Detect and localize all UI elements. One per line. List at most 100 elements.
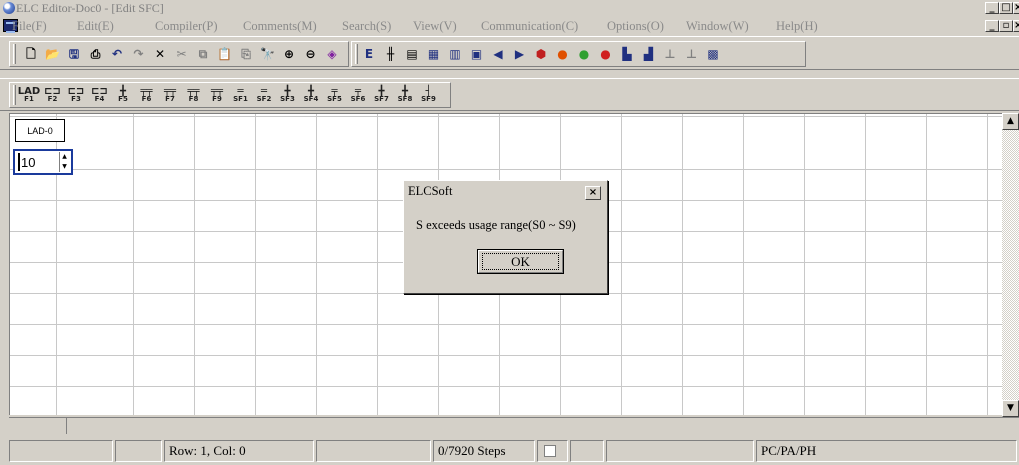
step-number-value[interactable]: 10 [21,155,35,170]
left-icon[interactable]: ◀ [489,45,507,63]
function-key-label: F3 [71,95,81,103]
dialog-close-icon[interactable]: × [585,186,601,200]
menu-item-help[interactable]: Help(H) [776,19,818,34]
code-icon[interactable]: ⊥ [661,45,679,63]
dialog-title: ELCSoft [408,184,453,198]
open-folder-icon[interactable]: 📂 [44,45,62,63]
cut-icon[interactable]: ✂ [173,45,191,63]
function-key-f5-button[interactable]: ╋ F5 [114,86,132,104]
undo-icon[interactable]: ↶ [108,45,126,63]
menu-item-view[interactable]: View(V) [413,19,457,34]
ok-button[interactable]: OK [477,249,564,274]
run-icon[interactable]: ● [554,45,572,63]
function-key-label: F2 [47,95,58,103]
function-key-label: F9 [212,95,222,103]
redo-icon[interactable]: ↷ [130,45,148,63]
menu-item-comments[interactable]: Comments(M) [243,19,317,34]
compile-icon[interactable]: ◈ [323,45,341,63]
sfc-icon[interactable]: ▦ [425,45,443,63]
function-key-label: F5 [118,95,128,103]
status-steps: 0/7920 Steps [433,440,535,462]
status-panel-empty [570,440,604,462]
maximize-button[interactable]: □ [999,2,1013,14]
instruction-icon[interactable]: ▤ [403,45,421,63]
spinner-arrows[interactable]: ▲ ▼ [59,152,69,172]
save-icon[interactable]: 🖫 [65,45,83,63]
function-key-f6-button[interactable]: ╤╤ F6 [138,86,156,104]
function-key-f7-button[interactable]: ╤╤ F7 [161,86,179,104]
transfer-icon[interactable]: ▩ [704,45,722,63]
toolbar-grip[interactable] [355,44,358,64]
print-icon[interactable]: ⎙ [87,45,105,63]
spin-down-icon[interactable]: ▼ [60,162,69,172]
function-key-sf3-button[interactable]: ╋ SF3 [279,86,297,104]
function-key-f1-button[interactable]: LAD F1 [18,86,40,104]
status-panel-empty [606,440,754,462]
step-number-spinner[interactable]: 10 ▲ ▼ [13,149,73,175]
stop-icon[interactable]: ● [575,45,593,63]
right-icon[interactable]: ▶ [511,45,529,63]
table-icon[interactable]: ▣ [468,45,486,63]
paste-special-icon[interactable]: ⎘ [237,45,255,63]
window-title: ELC Editor-Doc0 - [Edit SFC] [16,1,164,15]
menu-item-edit[interactable]: Edit(E) [77,19,114,34]
indicator-box [544,445,556,457]
function-key-label: F4 [94,95,105,103]
end-icon[interactable]: E [360,45,378,63]
doc-close-button[interactable]: × [1013,20,1019,32]
lad-block[interactable]: LAD-0 [15,119,65,142]
dialog-title-bar[interactable]: ELCSoft × [406,183,605,201]
find-icon[interactable]: 🔭 [259,45,277,63]
contact-icon[interactable]: ▟ [640,45,658,63]
paste-icon[interactable]: 📋 [216,45,234,63]
function-key-label: SF4 [303,95,319,103]
function-key-sf8-button[interactable]: ╋ SF8 [396,86,414,104]
function-key-f4-button[interactable]: ⊏⊐ F4 [91,86,109,104]
function-key-f2-button[interactable]: ⊏⊐ F2 [44,86,62,104]
scroll-down-icon[interactable]: ▼ [1002,400,1019,417]
function-key-f9-button[interactable]: ╤╤ F9 [208,86,226,104]
close-button[interactable]: × [1013,2,1019,14]
toolbar-grip[interactable] [13,44,16,64]
menu-item-compiler[interactable]: Compiler(P) [155,19,218,34]
copy-icon[interactable]: ⧉ [194,45,212,63]
status-cursor-position: Row: 1, Col: 0 [164,440,314,462]
function-key-sf5-button[interactable]: ╤ SF5 [326,86,344,104]
menu-item-window[interactable]: Window(W) [686,19,749,34]
menu-item-file[interactable]: File(F) [12,19,47,34]
ladder-icon[interactable]: ╫ [382,45,400,63]
device-icon[interactable]: ● [597,45,615,63]
function-key-f3-button[interactable]: ⊏⊐ F3 [67,86,85,104]
monitor-icon[interactable]: ▥ [446,45,464,63]
zoom-in-icon[interactable]: ⊕ [280,45,298,63]
scroll-up-icon[interactable]: ▲ [1002,113,1019,130]
delete-icon[interactable]: ✕ [151,45,169,63]
binary-icon[interactable]: ⊥ [683,45,701,63]
function-key-label: SF5 [327,95,342,103]
function-key-label: SF8 [397,95,413,103]
doc-minimize-button[interactable]: _ [985,20,999,32]
toolbar-grip[interactable] [13,85,16,105]
function-key-sf2-button[interactable]: ═ SF2 [255,86,273,104]
menu-item-search[interactable]: Search(S) [342,19,391,34]
function-key-sf6-button[interactable]: ╤ SF6 [349,86,367,104]
menu-item-options[interactable]: Options(O) [607,19,664,34]
menu-item-communication[interactable]: Communication(C) [481,19,578,34]
minimize-button[interactable]: _ [985,2,999,14]
function-key-sf4-button[interactable]: ╋ SF4 [302,86,320,104]
function-key-sf7-button[interactable]: ╋ SF7 [373,86,391,104]
spin-up-icon[interactable]: ▲ [60,152,69,162]
function-key-label: F6 [141,95,152,103]
function-key-f8-button[interactable]: ╤╤ F8 [185,86,203,104]
run-record-icon[interactable]: ⬢ [532,45,550,63]
status-bar: Row: 1, Col: 0 0/7920 Steps PC/PA/PH [0,438,1019,465]
new-file-icon[interactable]: 🗋 [22,45,40,63]
function-key-sf1-button[interactable]: ═ SF1 [232,86,250,104]
vertical-scrollbar[interactable]: ▲ ▼ [1002,113,1019,417]
app-icon[interactable] [3,2,15,14]
write-icon[interactable]: ▙ [618,45,636,63]
doc-restore-button[interactable]: ▫ [999,20,1013,32]
status-panel-empty [115,440,162,462]
function-key-sf9-button[interactable]: ┤ SF9 [420,86,438,104]
zoom-out-icon[interactable]: ⊖ [302,45,320,63]
